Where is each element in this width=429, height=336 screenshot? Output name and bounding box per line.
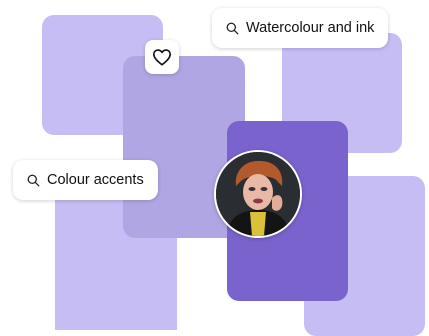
- search-chip-label: Colour accents: [47, 172, 144, 188]
- favorite-button[interactable]: [145, 40, 179, 74]
- search-icon: [27, 174, 40, 186]
- search-chip-colour-accents[interactable]: Colour accents: [13, 160, 158, 200]
- search-chip-watercolour[interactable]: Watercolour and ink: [212, 8, 389, 48]
- search-chip-label: Watercolour and ink: [246, 20, 375, 36]
- profile-photo: [216, 152, 300, 236]
- avatar[interactable]: [214, 150, 302, 238]
- heart-icon: [153, 49, 171, 66]
- search-icon: [226, 22, 239, 34]
